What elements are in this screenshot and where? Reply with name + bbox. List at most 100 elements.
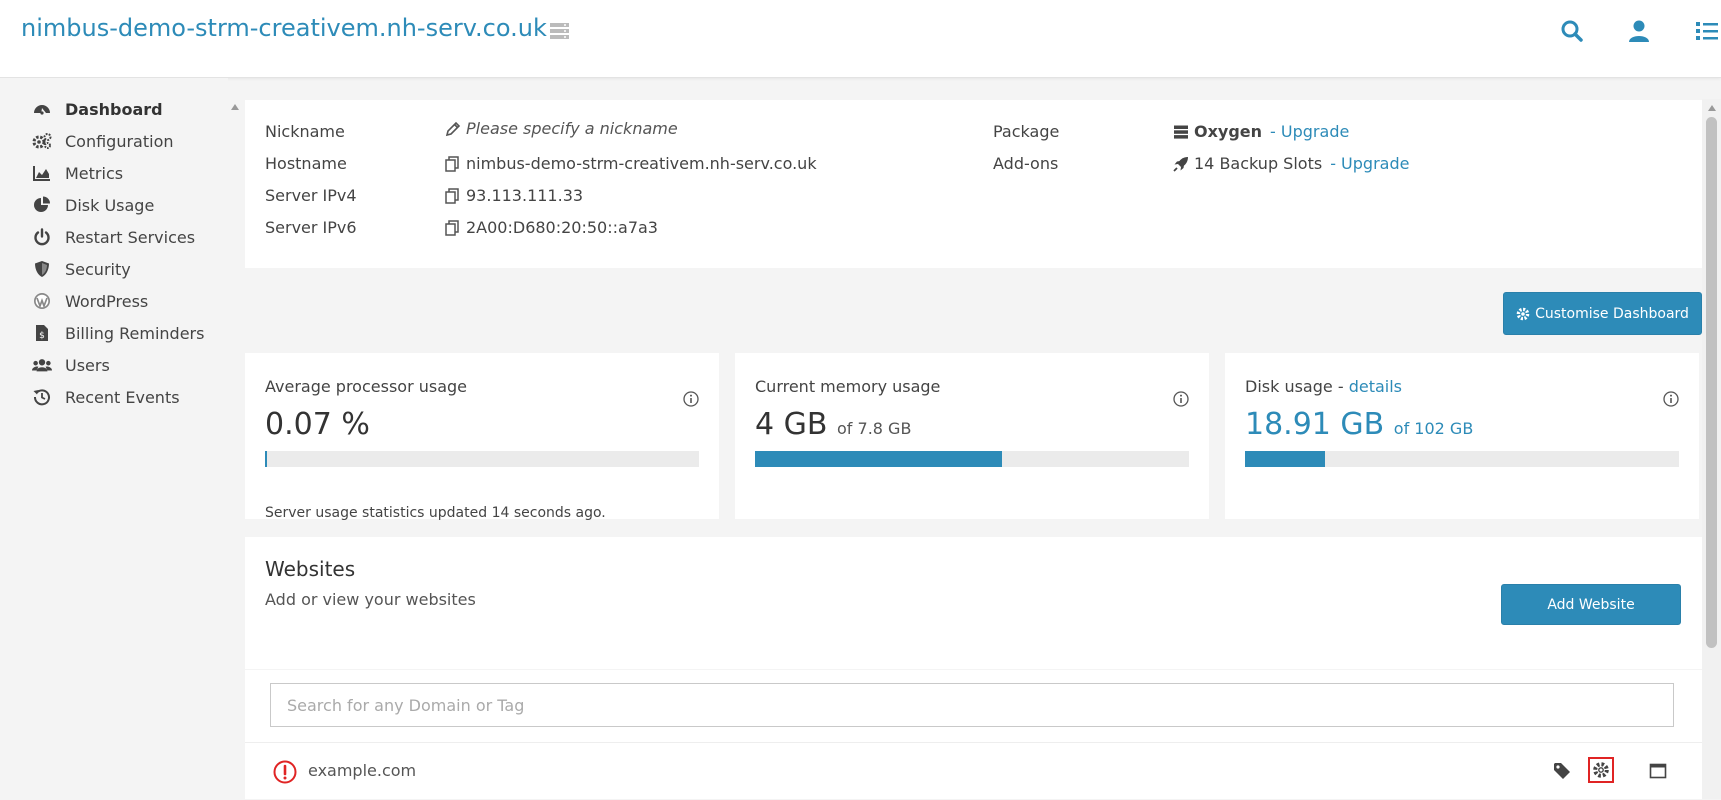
user-icon[interactable] [1626, 18, 1652, 44]
power-icon [32, 228, 52, 246]
sidebar-item-recent-events[interactable]: Recent Events [32, 383, 180, 411]
sidebar-item-users[interactable]: Users [32, 351, 110, 379]
website-row[interactable]: example.com [245, 742, 1702, 800]
addons-text: 14 Backup Slots [1194, 154, 1323, 173]
hostname-text: nimbus-demo-strm-creativem.nh-serv.co.uk [466, 154, 817, 173]
invoice-icon: $ [32, 324, 52, 342]
sidebar-item-wordpress[interactable]: WordPress [32, 287, 148, 315]
settings-gear-icon[interactable] [1588, 757, 1614, 783]
server-list-icon[interactable] [549, 21, 570, 42]
disk-total: of 102 GB [1393, 419, 1474, 438]
top-bar: nimbus-demo-strm-creativem.nh-serv.co.uk [0, 0, 1721, 78]
usage-updated-text: Server usage statistics updated 14 secon… [265, 505, 606, 521]
sidebar-item-configuration[interactable]: Configuration [32, 127, 174, 155]
shield-icon [32, 260, 52, 278]
disk-usage-display: 18.91 GB of 102 GB [1245, 407, 1473, 442]
sidebar-item-label: Restart Services [65, 227, 196, 247]
sidebar-item-label: Recent Events [65, 387, 180, 407]
sidebar-scroll-up-arrow[interactable] [231, 104, 239, 110]
pie-chart-icon [32, 196, 52, 214]
gear-icon [1516, 307, 1530, 321]
addons-upgrade-link[interactable]: - Upgrade [1330, 154, 1409, 173]
dashboard-icon [32, 100, 52, 118]
ipv6-label: Server IPv6 [265, 218, 357, 237]
memory-usage-bar [755, 451, 1189, 467]
ipv4-label: Server IPv4 [265, 186, 357, 205]
hostname-label: Hostname [265, 154, 347, 173]
websites-header-panel: Websites Add or view your websites [245, 537, 1702, 669]
cpu-usage-title: Average processor usage [265, 377, 468, 396]
ipv4-text: 93.113.111.33 [466, 186, 584, 205]
cpu-usage-card: Average processor usage 0.07 % [245, 353, 719, 519]
sidebar-item-label: Users [65, 355, 110, 375]
memory-usage-card: Current memory usage 4 GB of 7.8 GB [735, 353, 1209, 519]
sidebar-item-label: Dashboard [65, 99, 163, 119]
sidebar-item-metrics[interactable]: Metrics [32, 159, 123, 187]
websites-subtitle: Add or view your websites [265, 590, 476, 609]
package-value: Oxygen - Upgrade [1173, 122, 1349, 141]
customise-dashboard-label: Customise Dashboard [1535, 305, 1689, 322]
memory-usage-value: 4 GB [755, 407, 828, 442]
package-label: Package [993, 122, 1060, 141]
sidebar-item-restart-services[interactable]: Restart Services [32, 223, 195, 251]
ipv6-value[interactable]: 2A00:D680:20:50::a7a3 [445, 218, 658, 237]
window-icon[interactable] [1649, 762, 1669, 782]
nickname-label: Nickname [265, 122, 345, 141]
sidebar-item-dashboard[interactable]: Dashboard [32, 95, 163, 123]
disk-usage-bar [1245, 451, 1679, 467]
sidebar-item-billing-reminders[interactable]: $ Billing Reminders [32, 319, 204, 347]
pencil-icon [445, 121, 461, 137]
area-chart-icon [32, 164, 52, 182]
menu-list-icon[interactable] [1694, 18, 1720, 44]
disk-usage-card: Disk usage - details 18.91 GB of 102 GB [1225, 353, 1699, 519]
copy-icon[interactable] [445, 187, 461, 204]
website-domain[interactable]: example.com [308, 761, 416, 780]
page-scrollbar[interactable] [1702, 99, 1721, 799]
sidebar-item-label: Metrics [65, 163, 124, 183]
server-stack-icon [1173, 124, 1189, 140]
scrollbar-thumb[interactable] [1706, 117, 1717, 648]
copy-icon[interactable] [445, 155, 461, 172]
history-icon [32, 388, 52, 406]
sidebar-item-disk-usage[interactable]: Disk Usage [32, 191, 154, 219]
cpu-usage-bar-fill [265, 451, 267, 467]
disk-usage-bar-fill [1245, 451, 1326, 467]
tag-icon[interactable] [1553, 762, 1573, 782]
domain-search-input[interactable] [270, 683, 1674, 727]
nickname-placeholder: Please specify a nickname [466, 119, 678, 138]
svg-text:$: $ [39, 331, 45, 341]
add-website-button[interactable]: Add Website [1501, 584, 1681, 625]
info-icon[interactable] [683, 391, 699, 407]
rocket-icon [1173, 156, 1189, 172]
scroll-up-arrow[interactable] [1708, 105, 1716, 111]
info-icon[interactable] [1663, 391, 1679, 407]
error-icon [273, 760, 297, 784]
memory-usage-bar-fill [755, 451, 1003, 467]
package-upgrade-link[interactable]: - Upgrade [1270, 122, 1349, 141]
memory-usage-display: 4 GB of 7.8 GB [755, 407, 911, 442]
addons-label: Add-ons [993, 154, 1059, 173]
search-icon[interactable] [1559, 18, 1585, 44]
ipv6-text: 2A00:D680:20:50::a7a3 [466, 218, 658, 237]
sidebar-item-label: Security [65, 259, 131, 279]
sidebar-item-security[interactable]: Security [32, 255, 131, 283]
wordpress-icon [32, 292, 52, 310]
package-name: Oxygen [1194, 122, 1263, 141]
gears-icon [32, 132, 52, 150]
memory-total: of 7.8 GB [837, 419, 912, 438]
websites-title: Websites [265, 557, 356, 581]
add-website-label: Add Website [1547, 596, 1635, 613]
ipv4-value[interactable]: 93.113.111.33 [445, 186, 583, 205]
copy-icon[interactable] [445, 219, 461, 236]
nickname-field[interactable]: Please specify a nickname [445, 119, 678, 138]
hostname-value[interactable]: nimbus-demo-strm-creativem.nh-serv.co.uk [445, 154, 817, 173]
server-hostname-title[interactable]: nimbus-demo-strm-creativem.nh-serv.co.uk [21, 14, 547, 42]
disk-usage-title-wrap: Disk usage - details [1245, 377, 1402, 396]
addons-value: 14 Backup Slots - Upgrade [1173, 154, 1409, 173]
server-info-panel: Nickname Please specify a nickname Hostn… [245, 100, 1702, 268]
sidebar: Dashboard Configuration Metrics Disk Usa… [0, 78, 228, 799]
customise-dashboard-button[interactable]: Customise Dashboard [1503, 292, 1702, 335]
sidebar-item-label: Billing Reminders [65, 323, 205, 343]
disk-details-link[interactable]: details [1349, 377, 1402, 396]
info-icon[interactable] [1173, 391, 1189, 407]
